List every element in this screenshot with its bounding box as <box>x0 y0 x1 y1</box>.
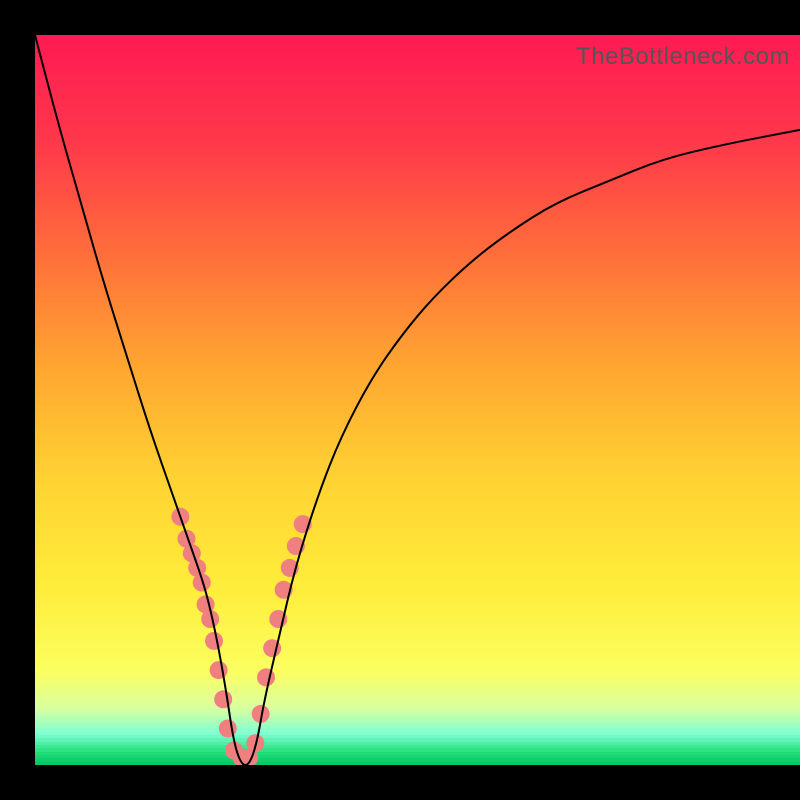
bottleneck-curve <box>35 35 800 765</box>
highlight-dot <box>210 661 228 679</box>
plot-area: TheBottleneck.com <box>35 35 800 765</box>
chart-container: TheBottleneck.com <box>0 0 800 800</box>
highlight-dot <box>214 690 232 708</box>
highlight-dot <box>219 720 237 738</box>
highlight-dot <box>257 668 275 686</box>
watermark-text: TheBottleneck.com <box>576 43 790 71</box>
highlight-dot <box>205 632 223 650</box>
curve-layer <box>35 35 800 765</box>
